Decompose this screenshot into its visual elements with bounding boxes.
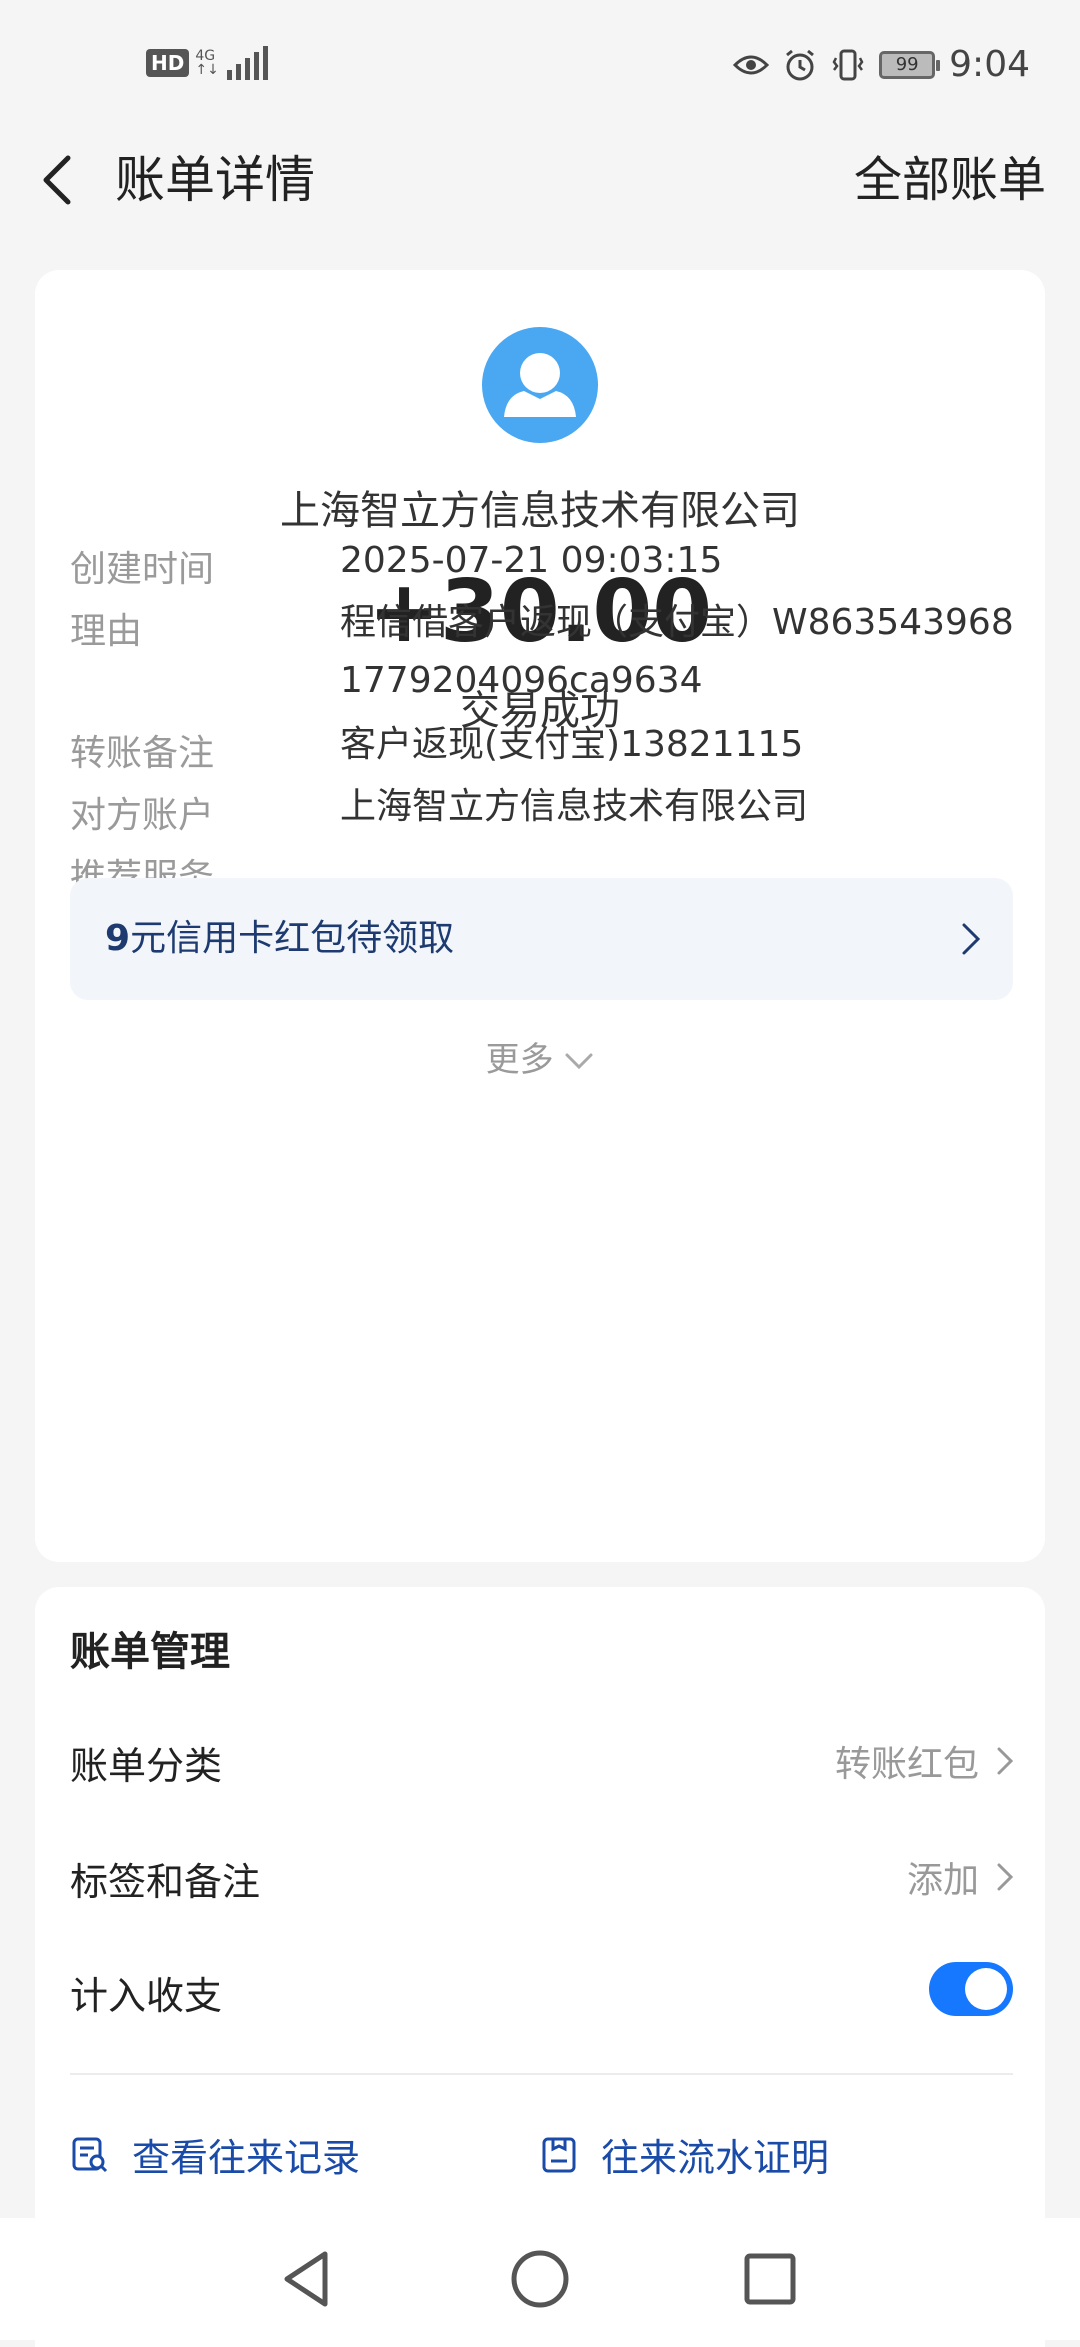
statement-proof-label: 往来流水证明 [601, 2136, 830, 2180]
document-icon [542, 2137, 576, 2172]
hd-icon: HD [146, 49, 190, 77]
include-stats-toggle[interactable] [929, 1962, 1013, 2016]
chevron-left-icon [43, 155, 71, 205]
records-search-icon [72, 2137, 108, 2172]
chevron-down-icon [565, 1053, 593, 1070]
system-nav-bar [0, 2218, 1080, 2340]
more-label: 更多 [485, 1040, 554, 1080]
view-records-link[interactable]: 查看往来记录 [70, 2127, 360, 2182]
include-stats-label: 计入收支 [70, 1974, 223, 2018]
tags-add-button[interactable]: 添加 [907, 1851, 1013, 1903]
avatar [482, 327, 598, 443]
transaction-card: 上海智立方信息技术有限公司 +30.00 交易成功 创建时间 2025-07-2… [35, 270, 1045, 1562]
created-time-value: 2025-07-21 09:03:15 [340, 540, 723, 581]
created-time-label: 创建时间 [70, 549, 215, 590]
transfer-note-value: 客户返现(支付宝)13821115 [340, 724, 804, 765]
view-records-label: 查看往来记录 [132, 2136, 361, 2180]
chevron-right-icon [997, 1863, 1013, 1891]
alarm-icon [786, 49, 815, 80]
status-bar: HD 4G ↑↓ 99 9:04 [0, 0, 1080, 130]
toggle-knob [965, 1968, 1007, 2010]
reason-label: 理由 [70, 611, 143, 652]
status-right: 99 9:04 [733, 44, 1030, 85]
back-button[interactable] [28, 148, 92, 212]
chevron-right-icon [962, 923, 981, 955]
reason-value: 程信借客户返现（支付宝）W8635439681779204096ca9634 [340, 602, 1014, 701]
chevron-right-icon [997, 1747, 1013, 1775]
battery-icon: 99 [879, 50, 941, 79]
counterparty-value: 上海智立方信息技术有限公司 [340, 786, 809, 827]
user-icon [504, 353, 576, 417]
promo-text: 9元信用卡红包待领取 [105, 878, 454, 1000]
nav-back-icon[interactable] [275, 2246, 341, 2312]
transfer-note-label: 转账备注 [70, 733, 215, 774]
all-bills-link[interactable]: 全部账单 [854, 148, 1046, 212]
signal-icon [226, 46, 268, 80]
section-title: 账单管理 [70, 1629, 230, 1675]
bill-category-text: 转账红包 [834, 1744, 979, 1785]
divider [70, 2073, 1013, 2075]
network-label: 4G [195, 48, 216, 64]
nav-recents-icon[interactable] [737, 2246, 803, 2312]
status-left: HD 4G ↑↓ [146, 46, 268, 80]
promo-amount: 9 [105, 918, 131, 959]
bill-category-label: 账单分类 [70, 1744, 223, 1788]
more-button[interactable]: 更多 [35, 1032, 1045, 1081]
page-title: 账单详情 [115, 151, 315, 209]
clock: 9:04 [949, 44, 1030, 85]
network-type: 4G ↑↓ [195, 48, 219, 78]
promo-label: 元信用卡红包待领取 [130, 918, 455, 959]
nav-home-icon[interactable] [507, 2246, 573, 2312]
statement-proof-link[interactable]: 往来流水证明 [539, 2127, 829, 2182]
promo-banner[interactable]: 9元信用卡红包待领取 [70, 878, 1013, 1000]
bill-category-value[interactable]: 转账红包 [835, 1735, 1013, 1787]
tags-label: 标签和备注 [70, 1860, 261, 1904]
merchant-name: 上海智立方信息技术有限公司 [280, 488, 800, 534]
header: 账单详情 全部账单 [0, 130, 1080, 230]
tags-add-text: 添加 [906, 1860, 979, 1901]
counterparty-label: 对方账户 [70, 795, 215, 836]
eye-icon [733, 55, 770, 74]
vibrate-icon [832, 49, 864, 80]
